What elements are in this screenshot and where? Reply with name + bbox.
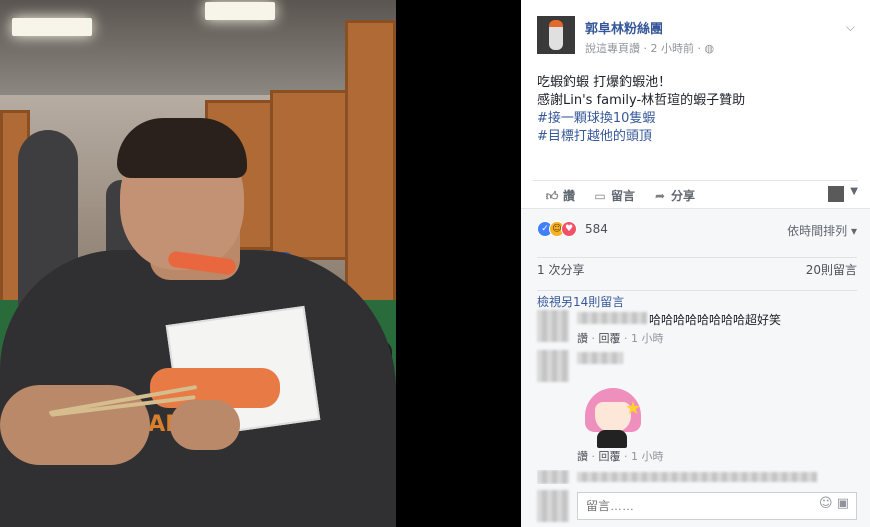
comment-actions: 讚 · 回覆 · 1 小時 (577, 448, 664, 464)
comment-input[interactable] (577, 492, 857, 520)
facebook-photo-viewer: GIAN 郭阜林粉絲團 說這專頁讚 · 2 小時前 · ◍ ⌵ 吃蝦釣蝦 打爆釣… (0, 0, 870, 527)
composer-icons: ☺ ▣ (819, 496, 849, 511)
meta-separator: · (643, 42, 648, 55)
thumbs-up-icon: 👍︎ (545, 189, 559, 203)
comment-text: 哈哈哈哈哈哈哈哈超好笑 (649, 313, 782, 327)
separator: · (624, 450, 628, 463)
share-count[interactable]: 1 次分享 (537, 261, 584, 278)
smiley-icon[interactable]: ☺ (819, 496, 833, 511)
comment-time[interactable]: 1 小時 (631, 332, 664, 345)
comment-label: 留言 (611, 189, 636, 203)
comment-actions: 讚 · 回覆 · 1 小時 (577, 330, 664, 346)
chevron-down-icon[interactable]: ⌵ (846, 20, 855, 35)
comment-time[interactable]: 1 小時 (631, 450, 664, 463)
separator: · (591, 450, 596, 463)
comment-sticker[interactable]: ★ (581, 388, 653, 450)
photo-ceiling-light (12, 18, 92, 36)
globe-icon: ◍ (704, 42, 715, 55)
post-timestamp[interactable]: 2 小時前 (651, 42, 695, 55)
comment-like-link[interactable]: 讚 (577, 450, 588, 463)
meta-separator: · (697, 42, 702, 55)
love-icon[interactable]: ♥ (561, 221, 577, 237)
photo-ceiling (0, 0, 396, 95)
post-header: 郭阜林粉絲團 說這專頁讚 · 2 小時前 · ◍ ⌵ (537, 16, 857, 56)
comment-item: 哈哈哈哈哈哈哈哈超好笑 讚 · 回覆 · 1 小時 (537, 310, 857, 350)
view-more-comments-link[interactable]: 檢視另14則留言 (537, 290, 857, 310)
post-line: 吃蝦釣蝦 打爆釣蝦池！ (537, 75, 672, 90)
like-button[interactable]: 👍︎ 讚 (545, 187, 575, 204)
viewer-avatar[interactable] (828, 186, 844, 202)
commenter-avatar[interactable] (537, 350, 569, 382)
share-button[interactable]: ➦ 分享 (653, 187, 695, 204)
commenter-name[interactable] (577, 352, 623, 364)
share-icon: ➦ (654, 189, 666, 203)
star-icon: ★ (625, 398, 642, 419)
like-label: 讚 (563, 189, 576, 203)
sticker-icon[interactable]: ▣ (837, 496, 849, 511)
composer-avatar (537, 490, 569, 522)
reaction-count[interactable]: 584 (585, 222, 608, 236)
photo-stage[interactable]: GIAN (0, 0, 521, 527)
page-name-link[interactable]: 郭阜林粉絲團 (585, 18, 663, 37)
avatar-cap (549, 20, 563, 27)
comment-composer: ☺ ▣ (537, 490, 857, 522)
commenter-avatar[interactable] (537, 310, 569, 342)
post-side-panel: 郭阜林粉絲團 說這專頁讚 · 2 小時前 · ◍ ⌵ 吃蝦釣蝦 打爆釣蝦池！ 感… (521, 0, 870, 527)
photo-locker (270, 90, 350, 260)
reactions-row: ✓ ☺ ♥ 584 依時間排列 ▾ (537, 221, 857, 239)
comment-button[interactable]: ▭ 留言 (593, 187, 635, 204)
comment-reply-link[interactable]: 回覆 (599, 332, 621, 345)
photo-hair (117, 118, 247, 178)
commenter-avatar[interactable] (537, 470, 569, 484)
comment-sort-dropdown[interactable]: 依時間排列 ▾ (787, 222, 857, 239)
post-photo[interactable]: GIAN (0, 0, 396, 527)
post-meta: 說這專頁讚 · 2 小時前 · ◍ (585, 40, 714, 56)
page-avatar[interactable] (537, 16, 575, 54)
post-line: 感謝Lin's family-林哲瑄的蝦子贊助 (537, 93, 746, 108)
stats-row: 1 次分享 20則留言 (537, 257, 857, 277)
separator: · (624, 332, 628, 345)
post-action-bar: 👍︎ 讚 ▭ 留言 ➦ 分享 ▼ (533, 180, 858, 208)
sticker-body (597, 430, 627, 448)
commenter-name[interactable] (577, 312, 647, 324)
comment-count[interactable]: 20則留言 (806, 261, 857, 278)
post-message: 吃蝦釣蝦 打爆釣蝦池！ 感謝Lin's family-林哲瑄的蝦子贊助 #接一顆… (537, 74, 857, 146)
photo-hand (170, 400, 240, 450)
hashtag-link[interactable]: #接一顆球換10隻蝦 (537, 110, 857, 128)
comment-icon: ▭ (594, 189, 606, 203)
comment-like-link[interactable]: 讚 (577, 332, 588, 345)
comment-item-partial (537, 470, 857, 484)
comment-text-blurred (577, 472, 817, 482)
hashtag-link[interactable]: #目標打越他的頭頂 (537, 128, 857, 146)
like-page-link[interactable]: 說這專頁讚 (585, 42, 640, 55)
photo-ceiling-light (205, 2, 275, 20)
caret-down-icon[interactable]: ▼ (850, 186, 858, 197)
separator: · (591, 332, 596, 345)
comment-reply-link[interactable]: 回覆 (599, 450, 621, 463)
share-label: 分享 (671, 189, 696, 203)
